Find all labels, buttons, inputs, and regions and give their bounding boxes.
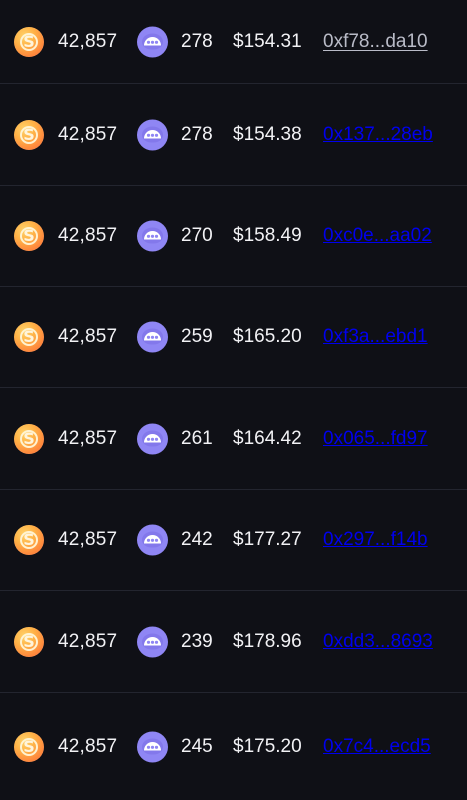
wallet-address-link[interactable]: 0xf3a...ebd1 xyxy=(323,326,428,348)
orange-s-coin-icon: S xyxy=(14,221,44,251)
table-row: S 42,857 259 $165.20 0xf3a...ebd1 xyxy=(0,287,467,388)
purple-dots-coin-icon xyxy=(137,626,168,657)
price-value: $175.20 xyxy=(233,735,302,757)
orange-s-coin-icon: S xyxy=(14,26,44,57)
wallet-address-link[interactable]: 0xdd3...8693 xyxy=(323,631,433,653)
price-value: $178.96 xyxy=(233,630,302,652)
price-value: $165.20 xyxy=(233,326,302,347)
token-a-amount: 42,857 xyxy=(58,225,118,246)
purple-dots-coin-icon xyxy=(137,26,168,57)
token-b-amount: 245 xyxy=(181,735,213,757)
token-b-amount: 270 xyxy=(181,225,213,246)
token-a-amount: 42,857 xyxy=(58,427,118,449)
wallet-address-link[interactable]: 0xf78...da10 xyxy=(323,31,428,53)
token-a-amount: 42,857 xyxy=(58,30,118,52)
orange-s-coin-icon: S xyxy=(14,322,44,352)
purple-dots-coin-icon xyxy=(137,220,168,252)
purple-dots-coin-icon xyxy=(137,321,168,353)
token-a-amount: 42,857 xyxy=(58,630,118,652)
purple-dots-coin-icon xyxy=(137,731,168,762)
token-b-amount: 259 xyxy=(181,326,213,347)
token-a-amount: 42,857 xyxy=(58,326,118,347)
table-row: S 42,857 278 $154.38 0x137...28eb xyxy=(0,84,467,186)
price-value: $177.27 xyxy=(233,529,302,550)
token-b-amount: 261 xyxy=(181,427,213,449)
wallet-address-link[interactable]: 0x297...f14b xyxy=(323,529,428,551)
wallet-address-link[interactable]: 0xc0e...aa02 xyxy=(323,225,432,247)
token-b-amount: 242 xyxy=(181,529,213,550)
trades-list: S 42,857 278 $154.31 0xf78...da10 S 42,857 27… xyxy=(0,0,467,800)
token-a-amount: 42,857 xyxy=(58,735,118,757)
price-value: $154.31 xyxy=(233,30,302,52)
table-row: S 42,857 261 $164.42 0x065...fd97 xyxy=(0,388,467,490)
orange-s-coin-icon: S xyxy=(14,731,44,762)
wallet-address-link[interactable]: 0x137...28eb xyxy=(323,124,433,146)
orange-s-coin-icon: S xyxy=(14,119,44,150)
orange-s-coin-icon: S xyxy=(14,626,44,657)
wallet-address-link[interactable]: 0x065...fd97 xyxy=(323,428,428,450)
purple-dots-coin-icon xyxy=(137,119,168,150)
table-row: S 42,857 242 $177.27 0x297...f14b xyxy=(0,490,467,591)
token-b-amount: 239 xyxy=(181,630,213,652)
table-row: S 42,857 278 $154.31 0xf78...da10 xyxy=(0,0,467,84)
price-value: $158.49 xyxy=(233,225,302,246)
table-row: S 42,857 239 $178.96 0xdd3...8693 xyxy=(0,591,467,693)
table-row: S 42,857 245 $175.20 0x7c4...ecd5 xyxy=(0,693,467,800)
orange-s-coin-icon: S xyxy=(14,525,44,555)
token-b-amount: 278 xyxy=(181,123,213,145)
wallet-address-link[interactable]: 0x7c4...ecd5 xyxy=(323,736,431,758)
table-row: S 42,857 270 $158.49 0xc0e...aa02 xyxy=(0,186,467,287)
purple-dots-coin-icon xyxy=(137,423,168,454)
purple-dots-coin-icon xyxy=(137,524,168,556)
price-value: $154.38 xyxy=(233,123,302,145)
token-a-amount: 42,857 xyxy=(58,529,118,550)
orange-s-coin-icon: S xyxy=(14,423,44,454)
token-b-amount: 278 xyxy=(181,30,213,52)
token-a-amount: 42,857 xyxy=(58,123,118,145)
price-value: $164.42 xyxy=(233,427,302,449)
